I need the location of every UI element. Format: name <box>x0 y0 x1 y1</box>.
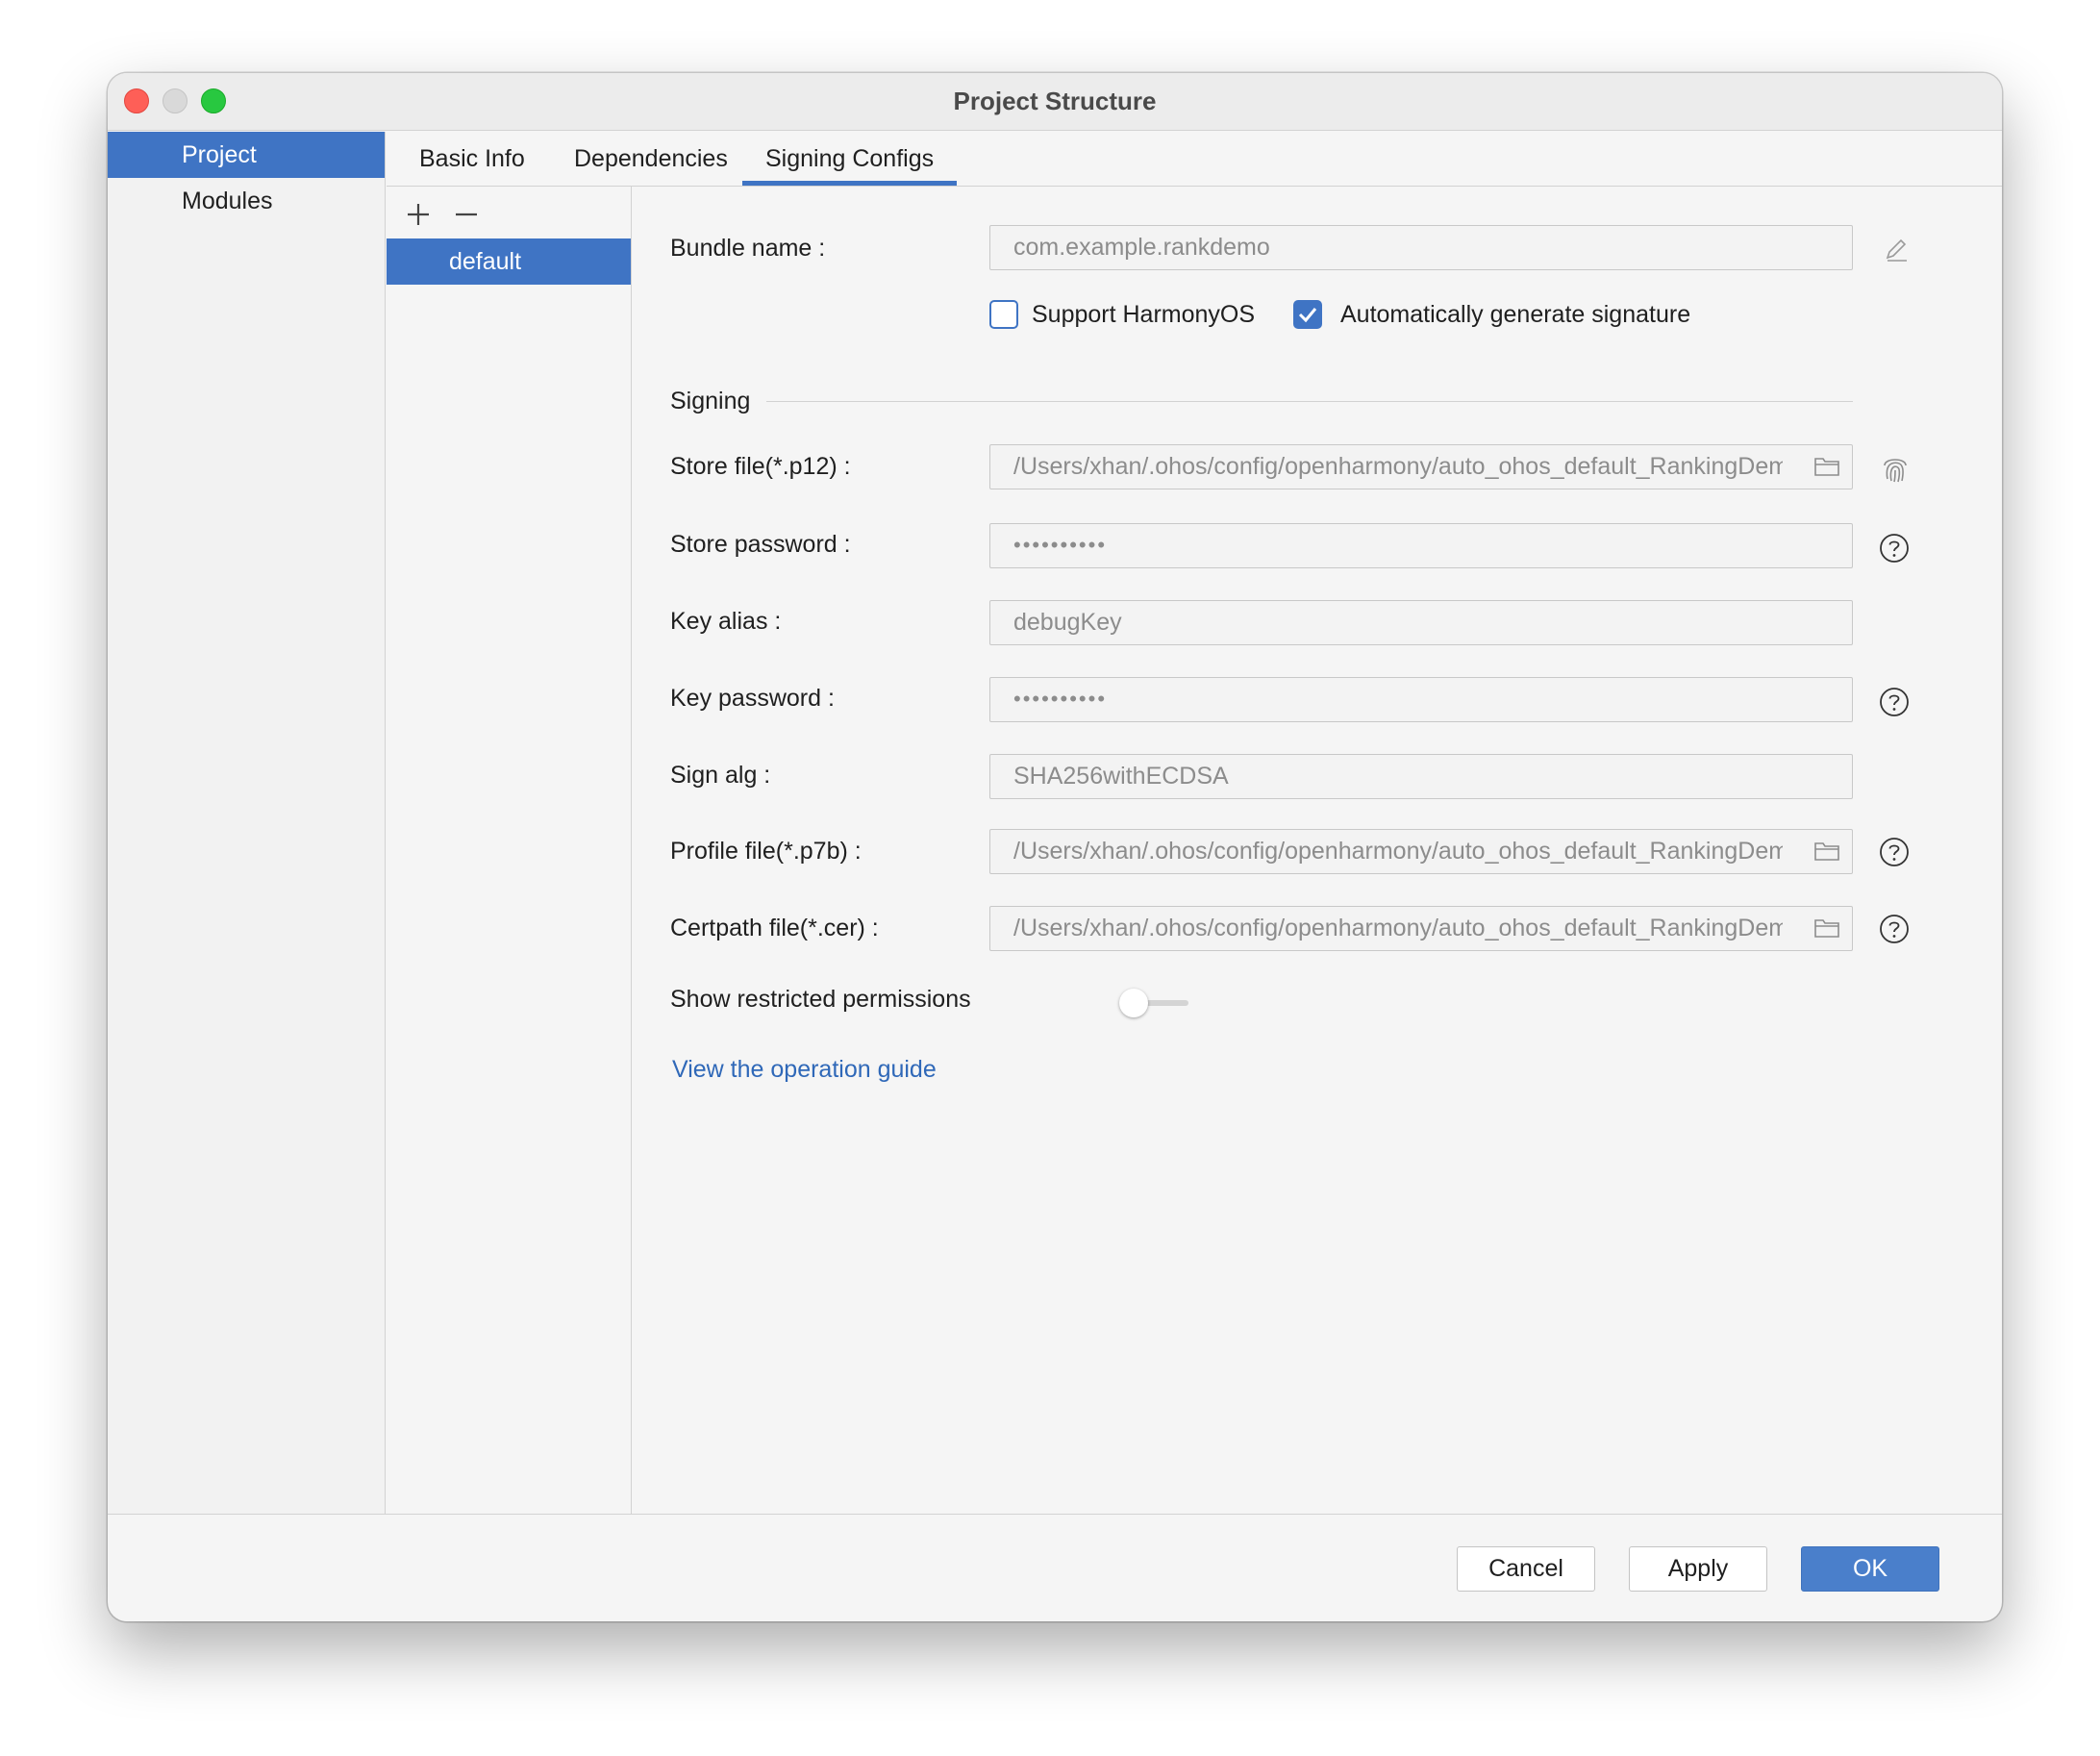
project-structure-dialog: Project Structure Project Modules Basic … <box>108 73 2002 1621</box>
help-icon[interactable] <box>1879 914 1910 944</box>
tab-basic-info[interactable]: Basic Info <box>419 132 525 186</box>
ok-button[interactable]: OK <box>1801 1546 1939 1592</box>
store-file-label: Store file(*.p12) : <box>670 453 851 480</box>
footer-divider <box>108 1514 2002 1515</box>
store-password-label: Store password : <box>670 531 851 558</box>
folder-icon[interactable] <box>1813 840 1840 863</box>
profile-file-label: Profile file(*.p7b) : <box>670 838 862 865</box>
bundle-name-label: Bundle name : <box>670 235 826 262</box>
window-title: Project Structure <box>953 87 1157 115</box>
auto-signature-label: Automatically generate signature <box>1340 301 1691 328</box>
bundle-name-field[interactable]: com.example.rankdemo <box>989 225 1853 270</box>
signing-section-title: Signing <box>670 388 751 414</box>
fingerprint-icon[interactable] <box>1879 452 1912 487</box>
cancel-button[interactable]: Cancel <box>1457 1546 1595 1592</box>
key-password-field[interactable]: •••••••••• <box>989 677 1853 722</box>
config-item-default[interactable]: default <box>387 238 631 285</box>
support-harmonyos-label: Support HarmonyOS <box>1032 301 1256 328</box>
edit-pencil-icon[interactable] <box>1882 235 1911 263</box>
sidebar: Project Modules <box>108 132 386 1514</box>
tab-dependencies[interactable]: Dependencies <box>574 132 728 186</box>
toggle-knob <box>1119 989 1148 1017</box>
sidebar-item-project[interactable]: Project <box>108 132 385 178</box>
help-icon[interactable] <box>1879 837 1910 867</box>
operation-guide-link[interactable]: View the operation guide <box>672 1056 937 1084</box>
sidebar-item-modules[interactable]: Modules <box>108 178 385 224</box>
tab-bar: Basic Info Dependencies Signing Configs <box>387 132 2002 187</box>
help-icon[interactable] <box>1879 687 1910 717</box>
key-password-label: Key password : <box>670 685 835 712</box>
key-alias-field[interactable]: debugKey <box>989 600 1853 645</box>
title-bar: Project Structure <box>108 73 2002 131</box>
certpath-file-label: Certpath file(*.cer) : <box>670 915 879 941</box>
plus-icon[interactable] <box>404 200 433 229</box>
profile-file-field[interactable]: /Users/xhan/.ohos/config/openharmony/aut… <box>989 829 1853 874</box>
minus-icon[interactable] <box>452 200 481 229</box>
signing-divider <box>766 401 1853 402</box>
restricted-permissions-label: Show restricted permissions <box>670 986 971 1013</box>
tab-signing-configs[interactable]: Signing Configs <box>741 132 958 186</box>
help-icon[interactable] <box>1879 533 1910 564</box>
folder-icon[interactable] <box>1813 916 1840 940</box>
store-file-field[interactable]: /Users/xhan/.ohos/config/openharmony/aut… <box>989 444 1853 489</box>
folder-icon[interactable] <box>1813 455 1840 478</box>
checkmark-icon <box>1298 308 1317 323</box>
key-alias-label: Key alias : <box>670 608 782 635</box>
signing-config-list: default <box>387 187 632 1514</box>
sign-alg-label: Sign alg : <box>670 762 771 789</box>
apply-button[interactable]: Apply <box>1629 1546 1767 1592</box>
store-password-field[interactable]: •••••••••• <box>989 523 1853 568</box>
support-harmonyos-checkbox[interactable] <box>989 300 1018 329</box>
certpath-file-field[interactable]: /Users/xhan/.ohos/config/openharmony/aut… <box>989 906 1853 951</box>
auto-signature-checkbox[interactable] <box>1293 300 1322 329</box>
sign-alg-field[interactable]: SHA256withECDSA <box>989 754 1853 799</box>
